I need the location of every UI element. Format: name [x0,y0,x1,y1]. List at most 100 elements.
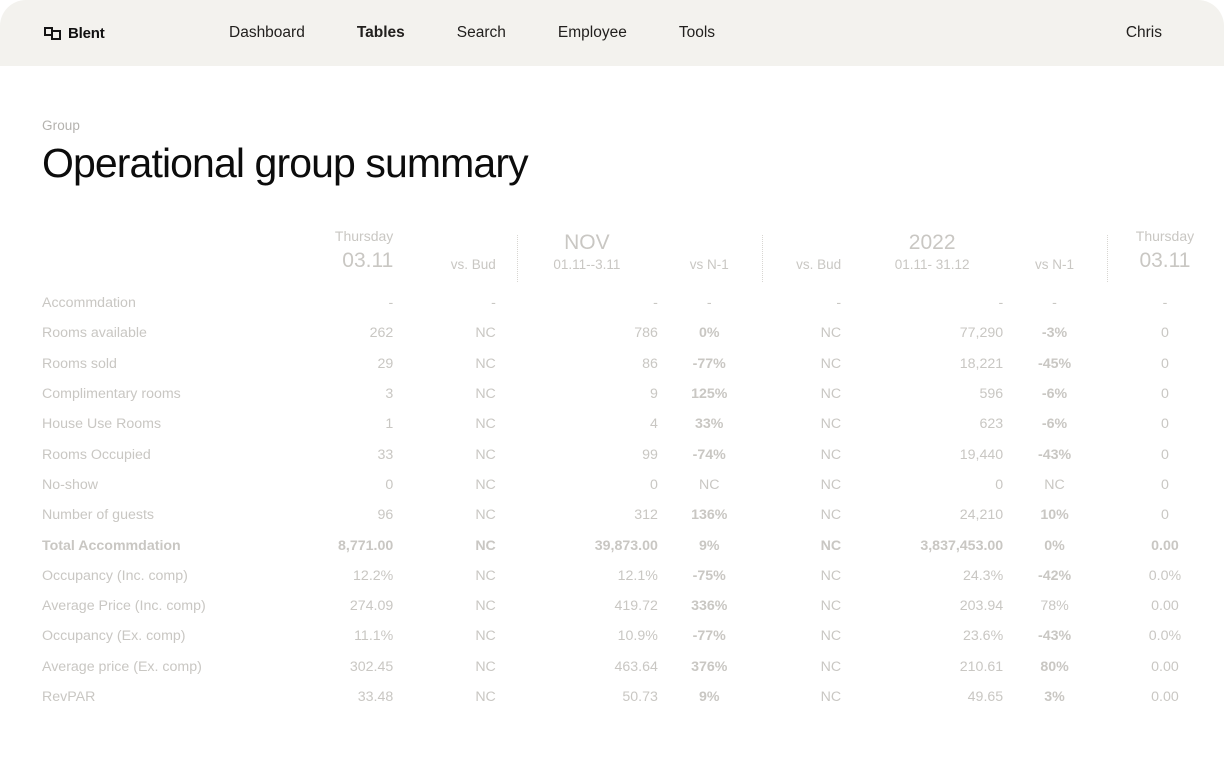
column-header-day2-date: 03.11 [1139,248,1191,272]
cell-year: 77,290 [959,325,1004,342]
column-header-day2-weekday: Thursday [1135,228,1195,245]
cell-day1: 12.2% [353,567,394,584]
table-row: House Use Rooms 1 NC 4 33% NC 623 -6% 0 [0,409,1224,439]
row-label: Average price (Ex. comp) [42,658,202,675]
cell-nov: 463.64 [614,658,658,675]
cell-day2: 0.0% [1148,567,1182,584]
cell-bud2: NC [820,628,842,645]
cell-day1: 96 [377,507,394,524]
cell-year: 210.61 [959,658,1004,675]
cell-day1: 3 [385,386,394,403]
cell-day1: 33 [377,446,394,463]
cell-n1b: -6% [1041,386,1068,403]
cell-year: 0 [995,476,1004,493]
cell-year: 49.65 [967,689,1004,706]
cell-day2: 0.00 [1151,537,1179,554]
cell-n1a: -77% [692,355,726,372]
operational-summary-table: Thursday 03.11 vs. Bud NOV 01.11--3.11 v… [0,226,1224,712]
table-row: Number of guests 96 NC 312 136% NC 24,210 10% 0 [0,500,1224,530]
column-header-year: 2022 01.11- 31.12 [861,226,1003,288]
cell-bud1: NC [475,355,496,372]
cell-year: 596 [979,386,1004,403]
cell-n1b: 80% [1040,658,1069,675]
table-row: Total Accommdation 8,771.00 NC 39,873.00 9% N… [0,530,1224,560]
cell-bud2: NC [820,446,842,463]
table-row: Occupancy (Inc. comp) 12.2% NC 12.1% -75% NC 2… [0,561,1224,591]
cell-nov: 12.1% [617,567,658,584]
column-header-n1a-label: vs N-1 [689,256,729,272]
cell-nov: - [653,295,658,312]
brand-name: Blent [68,24,105,42]
cell-bud2: NC [820,689,842,706]
nav-item-tools[interactable]: Tools [653,24,741,42]
cell-n1a: 136% [691,507,728,524]
cell-nov: 50.73 [622,689,658,706]
column-header-label [0,226,282,288]
cell-bud2: NC [820,598,842,615]
app-window: Blent Dashboard Tables Search Employee T… [0,0,1224,768]
table-row: Accommdation - - - - - - - - [0,288,1224,318]
user-menu[interactable]: Chris [1126,24,1162,42]
nav-item-search[interactable]: Search [431,24,532,42]
cell-day2: 0 [1161,386,1169,403]
cell-day2: 0 [1161,476,1169,493]
cell-bud1: NC [475,325,496,342]
cell-bud1: NC [475,507,496,524]
cell-n1a: - [706,295,712,312]
cell-nov: 419.72 [614,598,658,615]
cell-bud2: NC [820,355,842,372]
cell-day1: - [388,295,394,312]
cell-year: 19,440 [959,446,1004,463]
cell-day2: 0 [1161,507,1169,524]
cell-n1a: 9% [698,689,720,706]
cell-n1a: 9% [698,537,720,554]
cell-n1a: 125% [691,386,728,403]
column-header-n1b-label: vs N-1 [1035,256,1075,272]
brand-logo[interactable]: Blent [44,25,144,42]
cell-bud2: NC [820,507,842,524]
cell-n1b: 78% [1040,598,1069,615]
cell-bud1: NC [475,386,496,403]
cell-year: 24.3% [962,567,1004,584]
cell-n1b: 3% [1044,689,1065,706]
cell-day2: 0 [1161,446,1169,463]
cell-year: - [998,295,1004,312]
cell-day1: 274.09 [349,598,394,615]
cell-day2: 0.00 [1151,689,1179,706]
column-header-day1-weekday: Thursday [334,228,394,245]
row-label: Average Price (Inc. comp) [42,598,206,615]
cell-nov: 10.9% [617,628,658,645]
nav-item-dashboard[interactable]: Dashboard [203,24,331,42]
cell-year: 3,837,453.00 [920,537,1004,554]
cell-n1a: -77% [692,628,726,645]
cell-day1: 302.45 [349,658,394,675]
cell-n1a: NC [698,476,720,493]
cell-year: 203.94 [959,598,1004,615]
column-header-n1b: vs N-1 [1003,226,1108,288]
cell-bud2: NC [820,325,842,342]
cell-n1b: -43% [1037,628,1072,645]
cell-bud1: NC [475,446,496,463]
column-header-day1: Thursday 03.11 [282,226,415,288]
page-title: Operational group summary [42,140,529,186]
cell-n1b: -43% [1037,446,1072,463]
nav-item-employee[interactable]: Employee [532,24,653,42]
cell-bud1: NC [475,658,496,675]
page-header: Group Operational group summary [0,66,1224,186]
row-label: RevPAR [42,689,96,706]
cell-nov: 99 [642,446,658,463]
cell-nov: 86 [642,355,658,372]
column-header-year-value: 2022 [908,230,956,254]
cell-nov: 9 [649,386,658,403]
table-row: Occupancy (Ex. comp) 11.1% NC 10.9% -77% NC 23… [0,621,1224,651]
cell-nov: 4 [649,416,658,433]
cell-day2: 0 [1161,355,1169,372]
cell-n1b: -42% [1037,567,1072,584]
table-header: Thursday 03.11 vs. Bud NOV 01.11--3.11 v… [0,226,1224,288]
cell-day1: 262 [369,325,394,342]
cell-bud1: NC [475,689,496,706]
row-label: House Use Rooms [42,416,162,433]
row-label: Occupancy (Inc. comp) [42,567,188,584]
cell-day2: 0.0% [1148,628,1182,645]
nav-item-tables[interactable]: Tables [331,24,431,42]
